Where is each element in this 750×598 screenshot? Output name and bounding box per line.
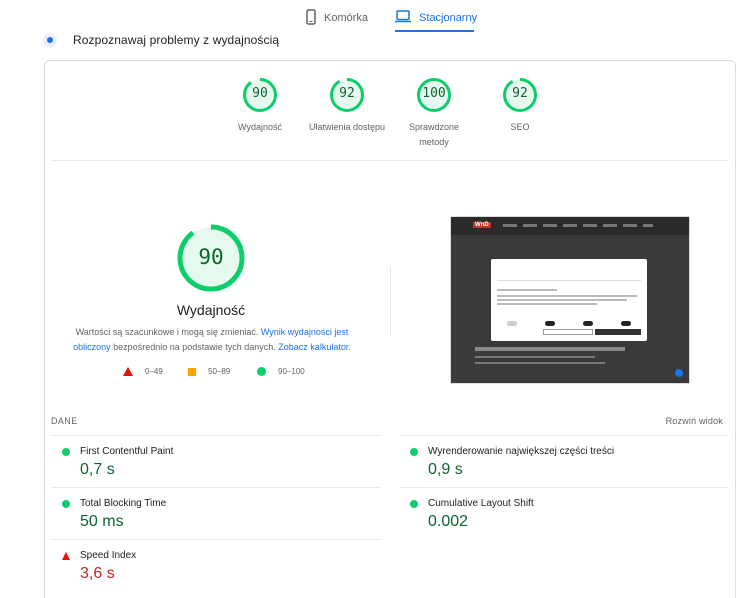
performance-title: Wydajność bbox=[176, 302, 246, 318]
metrics-header: DANE Rozwiń widok bbox=[51, 416, 729, 430]
active-tab-indicator bbox=[395, 30, 474, 32]
metric-value: 0,7 s bbox=[80, 461, 115, 478]
performance-gauge: 90 bbox=[176, 223, 246, 293]
tab-mobile[interactable]: Komórka bbox=[306, 5, 368, 31]
metric-speed-index: Speed Index 3,6 s bbox=[51, 539, 381, 591]
gauge-label: Wydajność bbox=[238, 122, 282, 132]
smartphone-icon bbox=[306, 8, 316, 28]
cookie-dialog-image bbox=[491, 259, 647, 341]
summary-gauge-seo[interactable]: 92 SEO bbox=[475, 77, 565, 135]
gauge-score: 100 bbox=[422, 86, 446, 101]
summary-gauge-accessibility[interactable]: 92 Ułatwienia dostępu bbox=[302, 77, 392, 135]
diagnose-header: Rozpoznawaj problemy z wydajnością bbox=[43, 33, 279, 47]
diagnose-title: Rozpoznawaj problemy z wydajnością bbox=[73, 33, 280, 47]
laptop-icon bbox=[395, 10, 411, 26]
site-logo-image: WnD bbox=[473, 222, 491, 228]
red-triangle-icon bbox=[123, 367, 133, 376]
metric-total-blocking-time: Total Blocking Time 50 ms bbox=[51, 487, 381, 539]
vertical-divider bbox=[390, 266, 391, 336]
tab-desktop-label: Stacjonarny bbox=[419, 12, 478, 24]
gauge-label: Ułatwienia dostępu bbox=[308, 122, 386, 132]
gauge-score: 90 bbox=[252, 86, 268, 101]
green-circle-icon bbox=[257, 367, 266, 376]
orange-square-icon bbox=[188, 367, 196, 376]
metric-value: 3,6 s bbox=[80, 565, 115, 582]
metric-value: 0,9 s bbox=[428, 461, 463, 478]
legend-average: 50–89 bbox=[188, 367, 230, 376]
pass-circle-icon bbox=[62, 448, 70, 456]
diagnostics-icon bbox=[43, 33, 57, 47]
gauge-label: Sprawdzone metody bbox=[408, 122, 460, 147]
performance-score: 90 bbox=[198, 245, 224, 269]
legend-fail: 0–49 bbox=[123, 367, 163, 376]
performance-description: Wartości są szacunkowe i mogą się zmieni… bbox=[73, 327, 351, 352]
tab-mobile-label: Komórka bbox=[324, 12, 369, 24]
gauge-score: 92 bbox=[512, 86, 528, 101]
section-divider bbox=[51, 160, 729, 161]
score-legend: 0–49 50–89 90–100 bbox=[45, 367, 385, 381]
page-screenshot: WnD bbox=[450, 216, 690, 384]
summary-gauge-performance[interactable]: 90 Wydajność bbox=[215, 77, 305, 135]
calculator-link[interactable]: Zobacz kalkulator bbox=[278, 342, 348, 352]
pass-circle-icon bbox=[410, 500, 418, 508]
metric-largest-contentful-paint: Wyrenderowanie największej części treści… bbox=[399, 435, 729, 487]
metric-name: First Contentful Paint bbox=[80, 446, 174, 457]
gauge-label: SEO bbox=[510, 122, 530, 132]
metric-name: Speed Index bbox=[80, 550, 137, 561]
device-tabs: Komórka Stacjonarny bbox=[0, 0, 750, 34]
metric-value: 0.002 bbox=[428, 513, 469, 530]
metric-name: Wyrenderowanie największej części treści bbox=[428, 446, 615, 457]
expand-view-toggle[interactable]: Rozwiń widok bbox=[666, 416, 723, 426]
metrics-heading: DANE bbox=[51, 416, 78, 426]
summary-gauge-best-practices[interactable]: 100 Sprawdzone metody bbox=[389, 77, 479, 150]
tab-desktop[interactable]: Stacjonarny bbox=[395, 5, 477, 31]
pass-circle-icon bbox=[62, 500, 70, 508]
report-card: 90 Wydajność 92 Ułatwienia dostępu 100 S… bbox=[44, 60, 736, 598]
legend-pass: 90–100 bbox=[257, 367, 305, 376]
metric-cumulative-layout-shift: Cumulative Layout Shift 0.002 bbox=[399, 487, 729, 539]
metric-value: 50 ms bbox=[80, 513, 124, 530]
pass-circle-icon bbox=[410, 448, 418, 456]
metric-name: Cumulative Layout Shift bbox=[428, 498, 534, 509]
fail-triangle-icon bbox=[62, 552, 70, 560]
metric-first-contentful-paint: First Contentful Paint 0,7 s bbox=[51, 435, 381, 487]
metric-name: Total Blocking Time bbox=[80, 498, 167, 509]
gauge-score: 92 bbox=[339, 86, 355, 101]
